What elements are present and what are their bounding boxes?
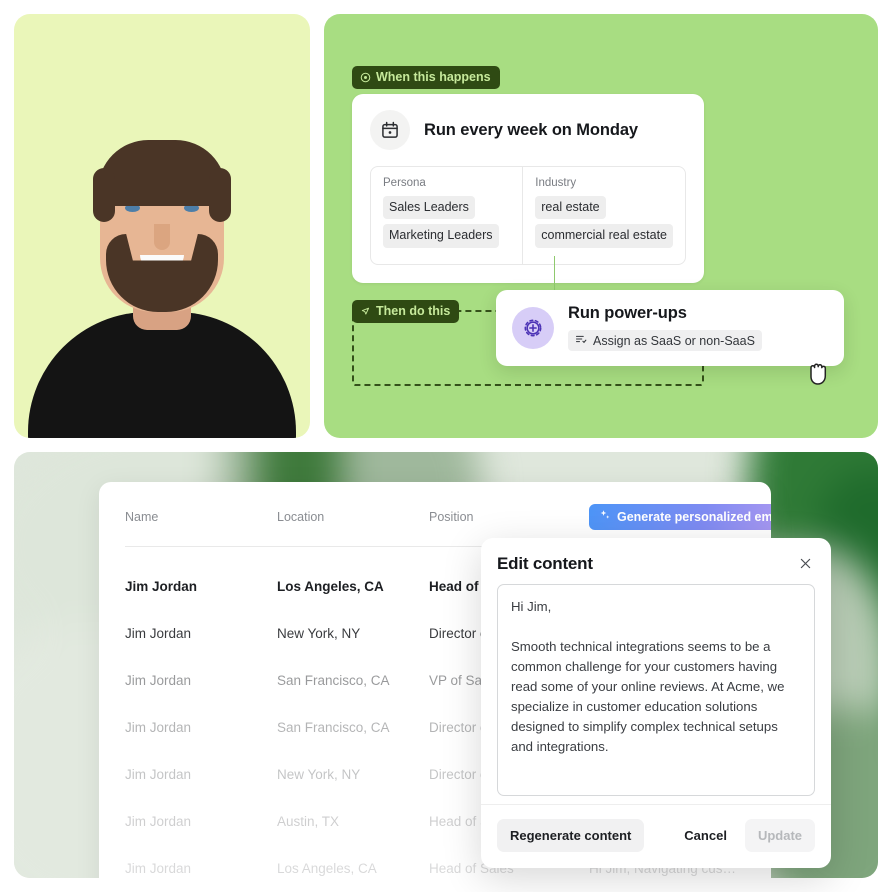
then-badge-label: Then do this <box>376 304 451 318</box>
filter-column-industry: Industry real estate commercial real est… <box>522 167 685 264</box>
modal-footer: Regenerate content Cancel Update <box>481 804 831 868</box>
filter-chip[interactable]: Marketing Leaders <box>383 224 499 248</box>
filter-chip[interactable]: commercial real estate <box>535 224 673 248</box>
cell-name: Jim Jordan <box>125 579 198 594</box>
modal-title: Edit content <box>497 554 593 573</box>
cell-location: Austin, TX <box>277 814 340 829</box>
close-icon[interactable] <box>796 554 815 573</box>
calendar-icon <box>370 110 410 150</box>
filter-label: Industry <box>535 177 577 189</box>
generate-button-label: Generate personalized email <box>617 509 771 524</box>
portrait-card <box>14 14 310 438</box>
cell-name: Jim Jordan <box>125 720 192 735</box>
edit-content-modal: Edit content Regenerate content Cancel U… <box>481 538 831 868</box>
email-content-textarea[interactable] <box>497 584 815 796</box>
column-header-position: Position <box>429 510 474 524</box>
cell-location: New York, NY <box>277 767 361 782</box>
headshot-photo <box>14 14 310 438</box>
list-check-icon <box>575 333 587 348</box>
then-do-this-badge: Then do this <box>352 300 460 323</box>
trigger-title: Run every week on Monday <box>424 120 638 139</box>
cell-name: Jim Jordan <box>125 767 192 782</box>
filter-label: Persona <box>383 177 426 189</box>
cell-name: Jim Jordan <box>125 861 192 876</box>
cell-location: Los Angeles, CA <box>277 861 377 876</box>
action-card[interactable]: Run power-ups Assign as SaaS or non-SaaS <box>496 290 844 366</box>
power-up-icon <box>512 306 554 349</box>
regenerate-content-button[interactable]: Regenerate content <box>497 819 645 852</box>
cell-location: Los Angeles, CA <box>277 579 384 594</box>
filter-chip[interactable]: Sales Leaders <box>383 196 475 220</box>
cell-name: Jim Jordan <box>125 673 192 688</box>
target-icon <box>360 72 371 83</box>
trigger-card[interactable]: Run every week on Monday Persona Sales L… <box>352 94 704 283</box>
sparkle-icon <box>599 509 611 524</box>
filter-chip[interactable]: real estate <box>535 196 606 220</box>
when-this-happens-badge: When this happens <box>352 66 500 89</box>
cursor-arrow-icon <box>360 306 371 317</box>
action-title: Run power-ups <box>568 304 687 322</box>
trigger-header: Run every week on Monday <box>370 110 686 150</box>
grab-hand-cursor <box>806 358 832 393</box>
generate-personalized-email-button[interactable]: Generate personalized email <box>589 504 771 530</box>
column-header-email: Generate personalized email <box>589 504 771 530</box>
modal-header: Edit content <box>481 538 831 584</box>
filter-column-persona: Persona Sales Leaders Marketing Leaders <box>371 167 522 264</box>
column-header-name: Name <box>125 510 159 524</box>
action-pill[interactable]: Assign as SaaS or non-SaaS <box>568 330 762 351</box>
update-button: Update <box>744 819 815 852</box>
column-header-location: Location <box>277 510 325 524</box>
cell-name: Jim Jordan <box>125 626 192 641</box>
trigger-filters: Persona Sales Leaders Marketing Leaders … <box>370 166 686 265</box>
cell-location: New York, NY <box>277 626 361 641</box>
action-pill-label: Assign as SaaS or non-SaaS <box>593 333 755 348</box>
cell-location: San Francisco, CA <box>277 720 390 735</box>
screenshot-root: When this happens Run every week on Mond… <box>0 0 892 892</box>
modal-body <box>481 584 831 804</box>
cancel-button[interactable]: Cancel <box>676 819 735 852</box>
when-badge-label: When this happens <box>376 70 491 84</box>
cell-name: Jim Jordan <box>125 814 192 829</box>
cell-location: San Francisco, CA <box>277 673 390 688</box>
